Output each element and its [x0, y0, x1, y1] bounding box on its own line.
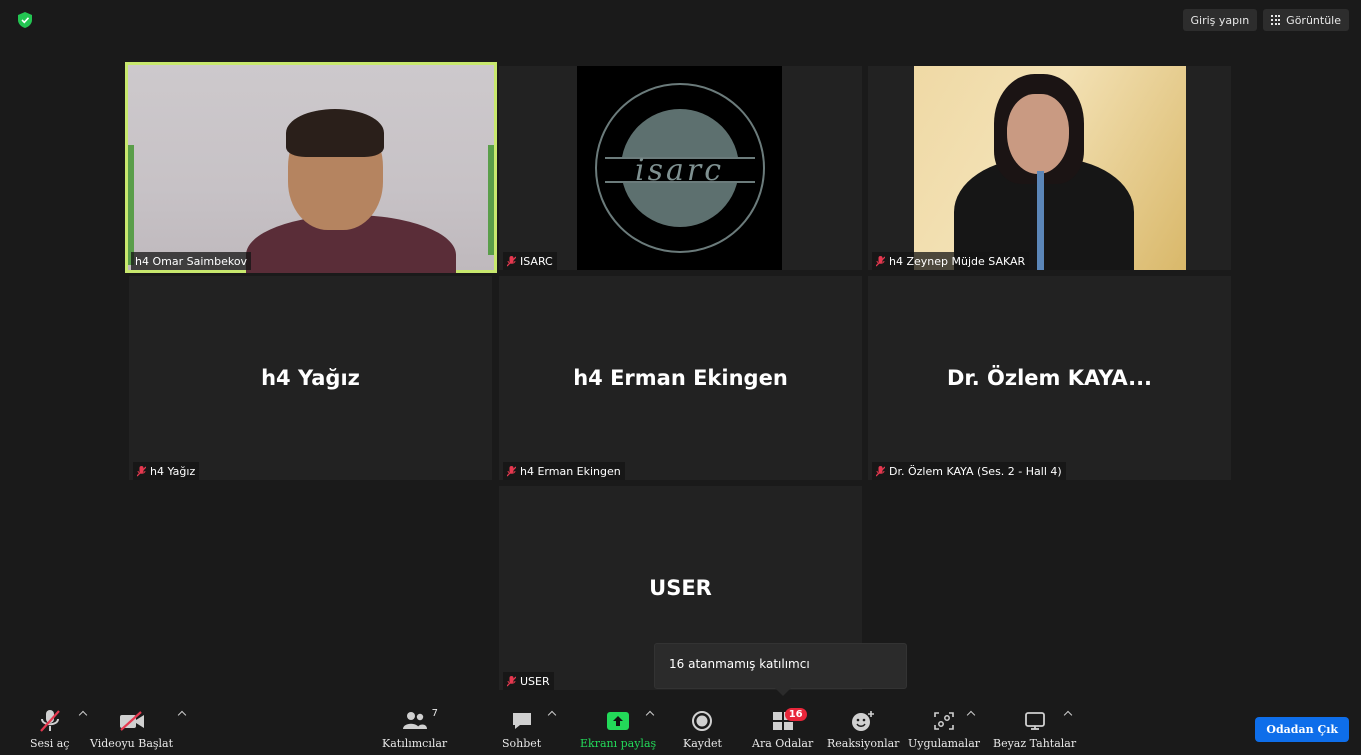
- meeting-toolbar: Sesi aç Videoyu Başlat 7 Katılımcılar So…: [0, 700, 1361, 755]
- video-tile-zeynep[interactable]: h4 Zeynep Müjde SAKAR: [868, 66, 1231, 270]
- participant-name-tag: USER: [503, 672, 554, 690]
- tooltip-arrow: [775, 688, 791, 696]
- reactions-label: Reaksiyonlar: [827, 737, 900, 750]
- share-options-caret[interactable]: [646, 710, 654, 718]
- participant-display-name: h4 Yağız: [261, 366, 360, 390]
- participants-button[interactable]: 7 Katılımcılar: [382, 708, 447, 750]
- participants-label: Katılımcılar: [382, 737, 448, 750]
- participant-video: [914, 66, 1186, 270]
- audio-options-caret[interactable]: [79, 710, 87, 718]
- share-screen-icon: [607, 712, 630, 730]
- mic-muted-icon: [39, 710, 60, 732]
- view-label: Görüntüle: [1286, 13, 1341, 27]
- video-off-icon: [119, 711, 144, 731]
- mic-muted-icon: [507, 255, 516, 266]
- participant-name-tag: h4 Zeynep Müjde SAKAR: [872, 252, 1030, 270]
- whiteboard-icon: [1024, 712, 1045, 730]
- chat-options-caret[interactable]: [548, 710, 556, 718]
- top-right-controls: Giriş yapın Görüntüle: [1182, 9, 1349, 31]
- record-icon: [692, 711, 713, 731]
- meeting-window: Giriş yapın Görüntüle h4 Omar Saimbekov …: [0, 0, 1361, 755]
- leave-room-button[interactable]: Odadan Çık: [1255, 717, 1349, 742]
- video-tile-isarc[interactable]: isarc ISARC: [499, 66, 862, 270]
- view-button[interactable]: Görüntüle: [1263, 9, 1349, 31]
- apps-options-caret[interactable]: [967, 710, 975, 718]
- video-options-caret[interactable]: [178, 710, 186, 718]
- participant-name: ISARC: [520, 254, 553, 268]
- participant-name: USER: [520, 674, 550, 688]
- tooltip-text: 16 atanmamış katılımcı: [669, 657, 810, 671]
- participant-name-tag: h4 Erman Ekingen: [503, 462, 625, 480]
- start-video-label: Videoyu Başlat: [90, 737, 174, 750]
- unmute-label: Sesi aç: [30, 737, 70, 750]
- video-tile-erman[interactable]: h4 Erman Ekingen h4 Erman Ekingen: [499, 276, 862, 480]
- grid-view-icon: [1271, 15, 1281, 25]
- participant-video: [128, 65, 494, 273]
- apps-label: Uygulamalar: [908, 737, 981, 750]
- share-screen-label: Ekranı paylaş: [580, 737, 657, 750]
- chat-icon: [512, 713, 531, 729]
- video-tile-ozlem[interactable]: Dr. Özlem KAYA... Dr. Özlem KAYA (Ses. 2…: [868, 276, 1231, 480]
- breakout-badge: 16: [784, 708, 807, 721]
- mic-muted-icon: [507, 465, 516, 476]
- mic-muted-icon: [876, 465, 885, 476]
- participants-count: 7: [431, 708, 438, 719]
- breakout-rooms-label: Ara Odalar: [752, 737, 814, 750]
- breakout-rooms-button[interactable]: 16 Ara Odalar: [752, 708, 813, 750]
- signin-label: Giriş yapın: [1190, 13, 1250, 27]
- video-tile-omar[interactable]: h4 Omar Saimbekov: [125, 62, 497, 273]
- whiteboards-label: Beyaz Tahtalar: [993, 737, 1077, 750]
- record-button[interactable]: Kaydet: [683, 708, 722, 750]
- participant-display-name: h4 Erman Ekingen: [573, 366, 788, 390]
- participant-name: Dr. Özlem KAYA (Ses. 2 - Hall 4): [889, 464, 1062, 478]
- reactions-button[interactable]: Reaksiyonlar: [827, 708, 899, 750]
- mic-muted-icon: [876, 255, 885, 266]
- unmute-button[interactable]: Sesi aç: [30, 708, 69, 750]
- video-tile-yagiz[interactable]: h4 Yağız h4 Yağız: [129, 276, 492, 480]
- participants-icon: [402, 712, 427, 729]
- participant-name-tag: h4 Omar Saimbekov: [131, 252, 252, 270]
- whiteboards-options-caret[interactable]: [1064, 710, 1072, 718]
- mic-muted-icon: [137, 465, 146, 476]
- record-label: Kaydet: [683, 737, 722, 750]
- participant-name-tag: ISARC: [503, 252, 557, 270]
- mic-muted-icon: [507, 675, 516, 686]
- chat-label: Sohbet: [502, 737, 542, 750]
- participant-name: h4 Yağız: [150, 464, 196, 478]
- participant-name: h4 Omar Saimbekov: [135, 254, 248, 268]
- apps-icon: [934, 712, 954, 730]
- participant-name-tag: Dr. Özlem KAYA (Ses. 2 - Hall 4): [872, 462, 1066, 480]
- reactions-icon: [852, 711, 875, 731]
- chat-button[interactable]: Sohbet: [502, 708, 541, 750]
- participant-name: h4 Erman Ekingen: [520, 464, 621, 478]
- participant-name: h4 Zeynep Müjde SAKAR: [889, 254, 1026, 268]
- security-shield-icon[interactable]: [18, 12, 32, 28]
- participant-display-name: USER: [649, 576, 712, 600]
- start-video-button[interactable]: Videoyu Başlat: [90, 708, 173, 750]
- unassigned-participants-tooltip: 16 atanmamış katılımcı: [654, 643, 907, 689]
- participant-display-name: Dr. Özlem KAYA...: [946, 366, 1153, 390]
- logo-text: isarc: [634, 152, 725, 188]
- participant-name-tag: h4 Yağız: [133, 462, 200, 480]
- isarc-logo: isarc: [577, 66, 782, 270]
- signin-button[interactable]: Giriş yapın: [1182, 9, 1258, 31]
